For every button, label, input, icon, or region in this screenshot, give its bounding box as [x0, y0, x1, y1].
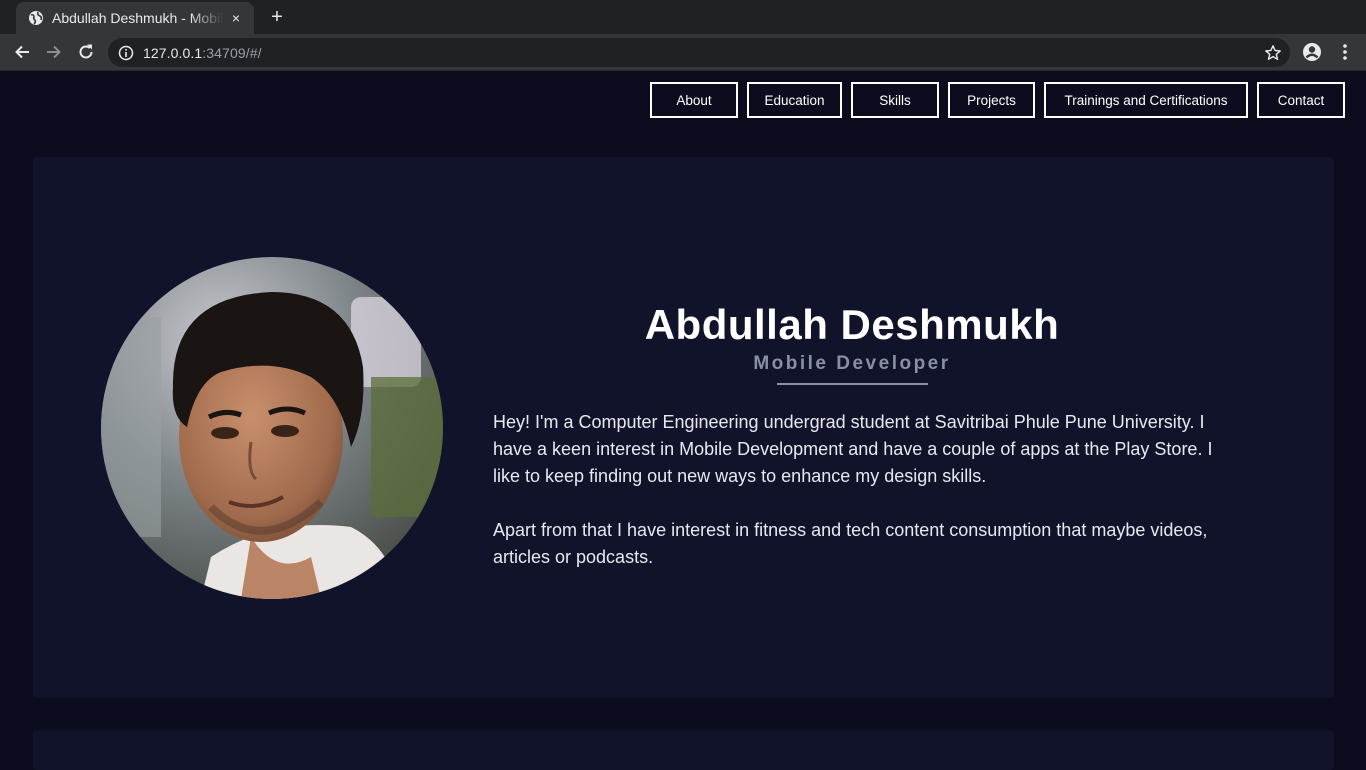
address-bar[interactable]: 127.0.0.1:34709/#/ [108, 38, 1290, 67]
profile-photo [101, 257, 443, 599]
page: About Education Skills Projects Training… [0, 72, 1366, 770]
browser-toolbar: 127.0.0.1:34709/#/ [0, 34, 1366, 71]
tab-title: Abdullah Deshmukh - Mobile Developer [52, 10, 224, 26]
bookmark-star-icon[interactable] [1264, 44, 1282, 62]
menu-button[interactable] [1333, 40, 1357, 64]
info-icon[interactable] [118, 45, 134, 61]
forward-button[interactable] [42, 40, 66, 64]
nav-contact[interactable]: Contact [1257, 82, 1345, 118]
profile-button[interactable] [1300, 40, 1324, 64]
reload-icon [79, 44, 93, 59]
nav-trainings-certifications[interactable]: Trainings and Certifications [1044, 82, 1248, 118]
profile-role: Mobile Developer [753, 353, 951, 374]
close-tab-icon[interactable]: × [228, 10, 244, 26]
url-text: 127.0.0.1:34709/#/ [143, 45, 262, 61]
top-nav: About Education Skills Projects Training… [650, 82, 1345, 118]
arrow-right-icon [47, 45, 61, 59]
role-divider [777, 383, 928, 385]
profile-name: Abdullah Deshmukh [644, 301, 1060, 348]
about-card: Abdullah Deshmukh Mobile Developer Hey! … [33, 157, 1334, 698]
bio: Hey! I'm a Computer Engineering undergra… [493, 409, 1223, 571]
reload-button[interactable] [74, 40, 98, 64]
nav-about[interactable]: About [650, 82, 738, 118]
globe-icon [29, 11, 43, 25]
browser-tab[interactable]: Abdullah Deshmukh - Mobile Developer × [16, 2, 254, 34]
nav-skills[interactable]: Skills [851, 82, 939, 118]
bio-paragraph: Hey! I'm a Computer Engineering undergra… [493, 412, 1213, 486]
new-tab-button[interactable]: + [266, 6, 288, 28]
browser-tab-strip: Abdullah Deshmukh - Mobile Developer × + [0, 0, 1366, 34]
account-icon [1303, 43, 1321, 61]
bio-paragraph: Apart from that I have interest in fitne… [493, 520, 1208, 567]
nav-projects[interactable]: Projects [948, 82, 1035, 118]
more-vertical-icon [1343, 44, 1347, 60]
url-host: 127.0.0.1 [143, 44, 203, 61]
next-section-card [33, 730, 1334, 770]
back-button[interactable] [10, 40, 34, 64]
nav-education[interactable]: Education [747, 82, 842, 118]
arrow-left-icon [15, 45, 29, 59]
url-path: :34709/#/ [202, 44, 262, 61]
